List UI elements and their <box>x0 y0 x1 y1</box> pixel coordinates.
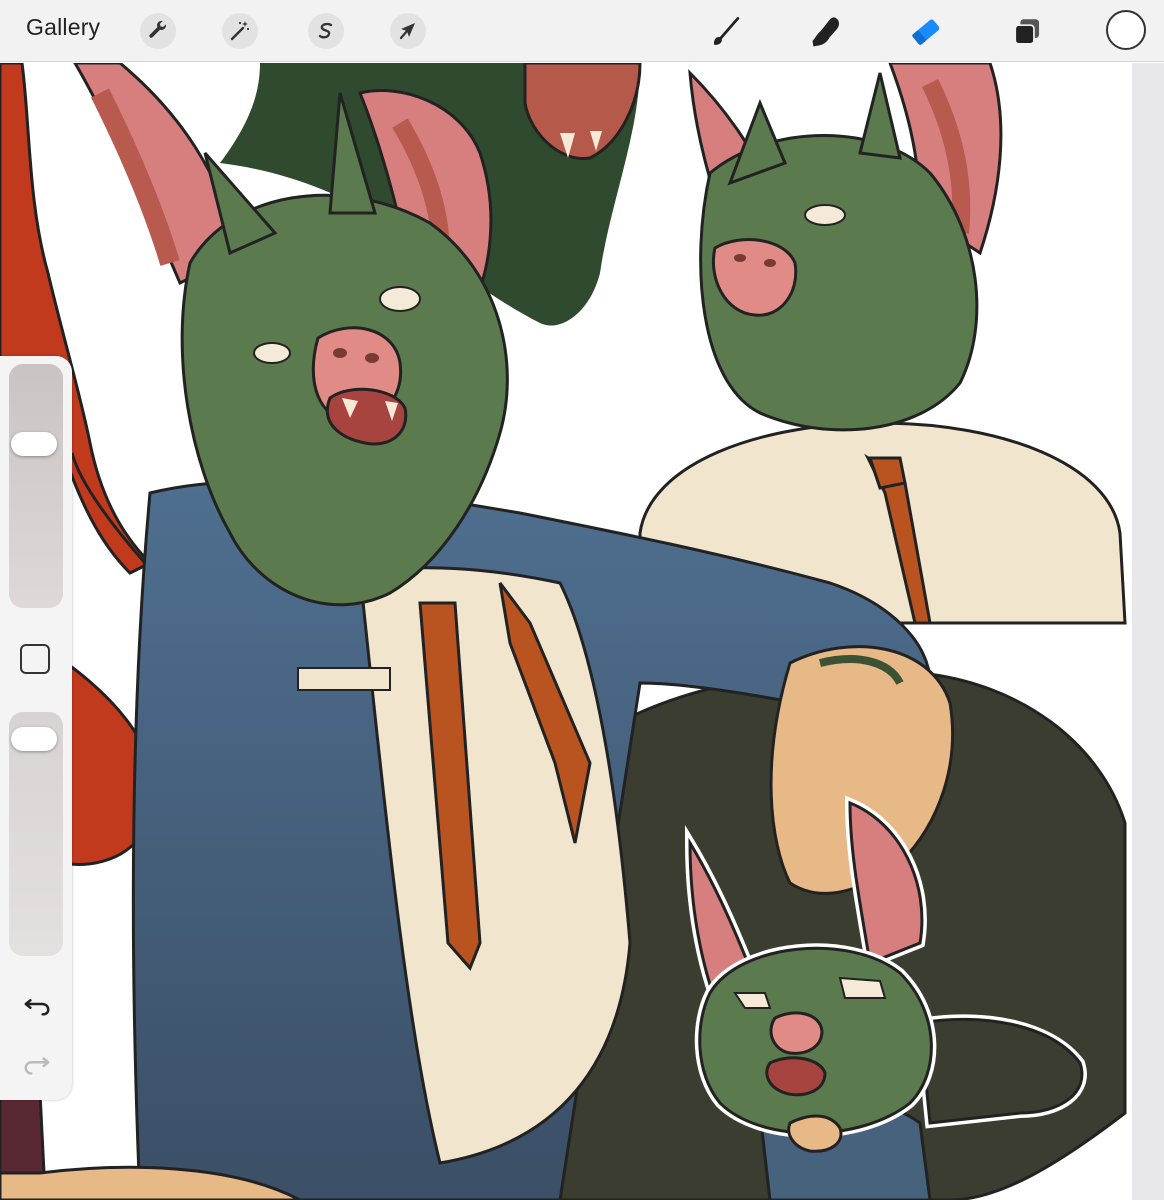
illustration <box>0 63 1127 1200</box>
canvas-gutter <box>1132 63 1164 1200</box>
brush-icon <box>713 17 740 45</box>
bat-bust-top-right <box>638 63 1127 625</box>
top-toolbar: Gallery <box>0 0 1164 62</box>
actions-button[interactable] <box>140 13 176 49</box>
brush-size-knob[interactable] <box>11 431 57 456</box>
redo-button[interactable] <box>21 1050 53 1082</box>
wrench-icon <box>149 20 166 38</box>
selection-button[interactable] <box>308 13 344 49</box>
adjustments-button[interactable] <box>222 13 258 49</box>
gallery-button[interactable]: Gallery <box>26 14 100 41</box>
layers-button[interactable] <box>1008 12 1048 52</box>
transform-button[interactable] <box>390 13 426 49</box>
opacity-slider[interactable] <box>9 712 63 956</box>
redo-arrow-icon <box>24 1057 50 1075</box>
eraser-button[interactable] <box>906 12 946 52</box>
undo-arrow-icon <box>24 999 50 1016</box>
layers-icon <box>1014 19 1040 45</box>
undo-button[interactable] <box>21 988 53 1020</box>
side-bar <box>0 356 72 1100</box>
magic-wand-icon <box>230 21 250 41</box>
drawing-canvas[interactable] <box>0 63 1132 1200</box>
smudge-button[interactable] <box>806 12 846 52</box>
smudge-finger-icon <box>812 17 840 47</box>
brush-size-slider[interactable] <box>9 364 63 608</box>
eraser-icon <box>912 19 940 45</box>
opacity-knob[interactable] <box>11 726 57 751</box>
color-picker-button[interactable] <box>1106 10 1146 50</box>
brush-button[interactable] <box>706 12 746 52</box>
selection-s-icon <box>318 22 333 39</box>
arrow-cursor-icon <box>399 23 415 40</box>
modify-button[interactable] <box>20 644 50 674</box>
